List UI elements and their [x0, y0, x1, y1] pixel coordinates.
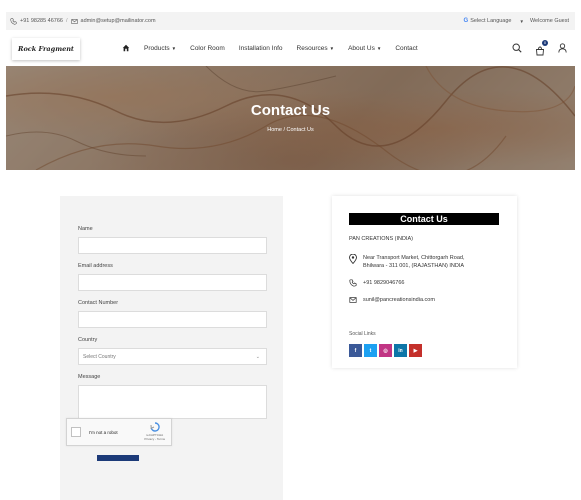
- cart-count-badge: 0: [542, 40, 548, 46]
- country-select[interactable]: Select Country ⌄: [78, 348, 267, 365]
- message-label: Message: [78, 374, 101, 380]
- caret-down-icon: ▼: [171, 45, 177, 51]
- google-icon: G: [463, 18, 469, 24]
- language-selector-label: Select Language: [470, 18, 512, 24]
- mail-icon: [349, 297, 357, 303]
- home-icon[interactable]: [122, 44, 130, 52]
- address-row: Near Transport Market, Chittorgarh Road,…: [349, 254, 465, 270]
- nav-item-label: Color Room: [190, 44, 225, 52]
- main-nav: Rock Fragment Products ▼ Color Room Insta…: [6, 30, 575, 66]
- email-label: Email address: [78, 263, 113, 269]
- nav-item-products[interactable]: Products ▼: [144, 45, 176, 52]
- cart-icon: [536, 46, 544, 56]
- contact-number-field[interactable]: [78, 311, 267, 328]
- twitter-icon[interactable]: t: [364, 344, 377, 357]
- company-name: PAN CREATIONS (INDIA): [349, 236, 413, 242]
- language-selector[interactable]: G Select Language ▼: [464, 18, 524, 24]
- name-field[interactable]: [78, 237, 267, 254]
- submit-button[interactable]: [97, 455, 139, 461]
- nav-item-contact[interactable]: Contact: [395, 45, 417, 52]
- mail-icon: [70, 18, 78, 24]
- nav-item-label: Resources: [296, 44, 328, 52]
- phone-icon: [349, 279, 357, 287]
- country-select-value: Select Country: [83, 353, 116, 360]
- recaptcha-label: I'm not a robot: [89, 429, 118, 435]
- name-label: Name: [78, 226, 93, 232]
- caret-down-icon: ▼: [376, 45, 382, 51]
- topbar-email[interactable]: admin@setup@mailinator.com: [81, 18, 156, 24]
- linkedin-icon[interactable]: in: [394, 344, 407, 357]
- nav-item-label: Products: [144, 44, 170, 52]
- recaptcha-links[interactable]: Privacy - Terms: [144, 437, 165, 441]
- topbar-separator: /: [65, 18, 68, 24]
- topbar-phone[interactable]: +91 98285 46766: [20, 18, 63, 24]
- caret-down-icon: ▼: [329, 45, 335, 51]
- email-row: sunil@pancreationsindia.com: [349, 296, 435, 304]
- nav-item-label: Contact: [395, 44, 418, 52]
- page-banner: Contact Us Home / Contact Us: [6, 66, 575, 170]
- recaptcha-checkbox[interactable]: [71, 427, 81, 437]
- page: +91 98285 46766 / admin@setup@mailinator…: [6, 12, 575, 500]
- contact-card-title: Contact Us: [349, 213, 499, 225]
- search-icon[interactable]: [512, 43, 522, 53]
- social-links: f t ◎ in ▶: [349, 344, 422, 357]
- address-line-1: Near Transport Market, Chittorgarh Road,: [363, 255, 465, 261]
- address-line-2: Bhilwara - 311 001, (RAJASTHAN) INDIA: [363, 263, 465, 269]
- chevron-down-icon: ▼: [519, 18, 524, 24]
- cart-button[interactable]: 0: [535, 40, 548, 56]
- contact-email[interactable]: sunil@pancreationsindia.com: [363, 296, 435, 304]
- breadcrumb-separator: /: [283, 127, 285, 133]
- recaptcha-logo: reCAPTCHA Privacy - Terms: [144, 422, 165, 441]
- breadcrumb: Home / Contact Us: [6, 127, 575, 133]
- contact-form: Name Email address Contact Number Countr…: [60, 196, 283, 500]
- social-links-label: Social Links: [349, 331, 376, 337]
- user-icon[interactable]: [558, 43, 567, 53]
- nav-item-color-room[interactable]: Color Room: [190, 45, 225, 52]
- nav-item-installation-info[interactable]: Installation Info: [239, 45, 283, 52]
- phone-row: +91 9829046766: [349, 279, 404, 287]
- breadcrumb-current: Contact Us: [286, 127, 314, 133]
- welcome-text: Welcome Guest: [529, 18, 569, 24]
- email-field[interactable]: [78, 274, 267, 291]
- facebook-icon[interactable]: f: [349, 344, 362, 357]
- location-pin-icon: [349, 254, 357, 264]
- nav-item-label: About Us: [348, 44, 375, 52]
- contact-info-card: Contact Us PAN CREATIONS (INDIA) Near Tr…: [332, 196, 517, 368]
- youtube-icon[interactable]: ▶: [409, 344, 422, 357]
- nav-item-resources[interactable]: Resources ▼: [297, 45, 335, 52]
- contact-number-label: Contact Number: [78, 300, 119, 306]
- breadcrumb-home[interactable]: Home: [267, 127, 282, 133]
- recaptcha-icon: [150, 422, 160, 432]
- top-bar: +91 98285 46766 / admin@setup@mailinator…: [6, 12, 575, 30]
- instagram-icon[interactable]: ◎: [379, 344, 392, 357]
- contact-phone[interactable]: +91 9829046766: [363, 279, 404, 287]
- nav-item-label: Installation Info: [238, 44, 283, 52]
- nav-item-about-us[interactable]: About Us ▼: [348, 45, 381, 52]
- phone-icon: [10, 17, 17, 25]
- nav-icons: 0: [512, 30, 567, 66]
- logo-text: Rock Fragment: [18, 45, 74, 53]
- logo[interactable]: Rock Fragment: [12, 38, 80, 60]
- chevron-down-icon: ⌄: [255, 353, 260, 360]
- nav-menu: Products ▼ Color Room Installation Info R…: [122, 30, 418, 66]
- country-label: Country: [78, 337, 98, 343]
- message-textarea[interactable]: [78, 385, 267, 419]
- page-title: Contact Us: [250, 102, 331, 119]
- recaptcha-widget: I'm not a robot reCAPTCHA Privacy - Term…: [66, 418, 172, 446]
